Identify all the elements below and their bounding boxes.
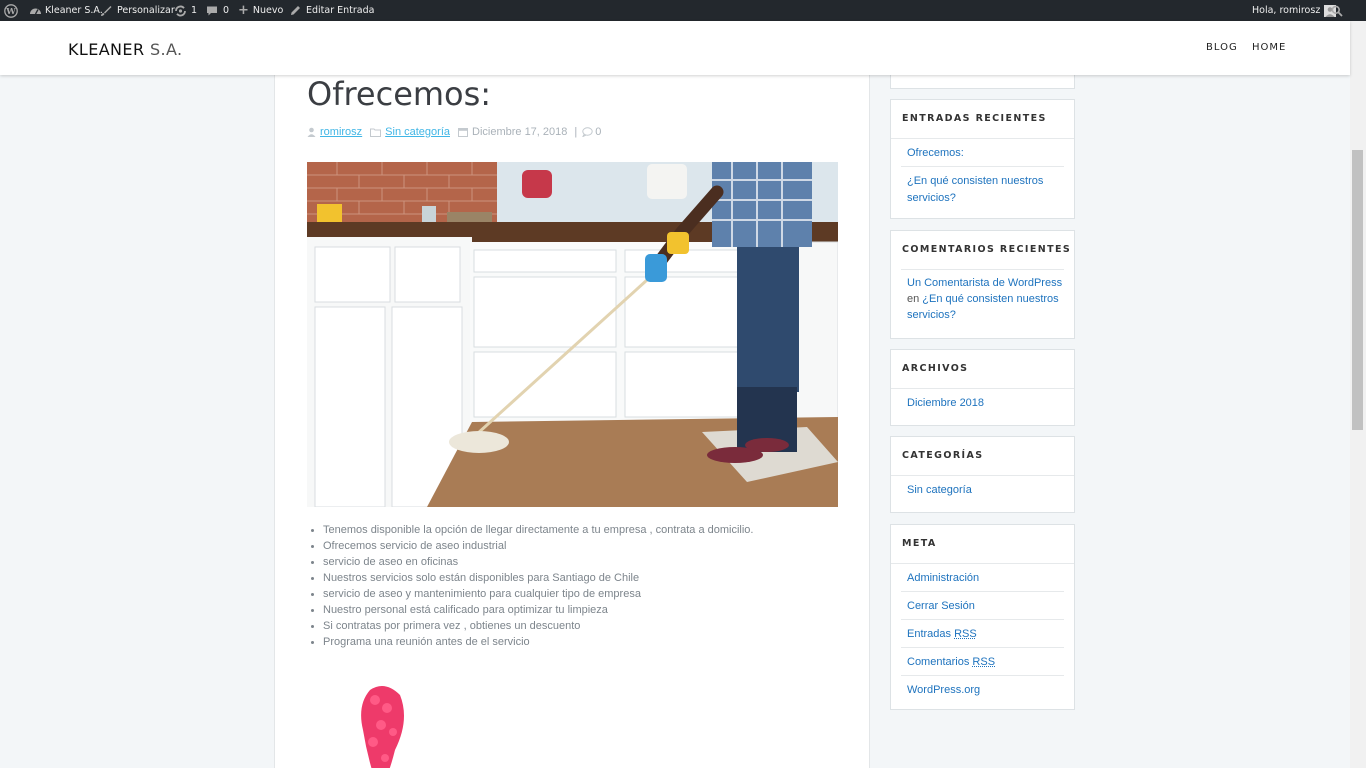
featured-image <box>307 162 838 507</box>
greeting-label: Hola, romirosz <box>1252 5 1321 16</box>
nav-blog-link[interactable]: BLOG <box>1206 42 1238 53</box>
wordpress-logo-icon[interactable]: W <box>4 0 18 21</box>
comment-author-link[interactable]: Un Comentarista de WordPress <box>907 277 1062 289</box>
list-item: Si contratas por primera vez , obtienes … <box>307 618 847 634</box>
site-header: KLEANER S.A. BLOG HOME <box>0 21 1350 75</box>
list-item: Administración <box>901 564 1064 592</box>
list-item: Nuestro personal está calificado para op… <box>307 602 847 618</box>
comment-connector: en <box>907 293 923 305</box>
updates-icon <box>175 5 186 16</box>
category-link[interactable]: Sin categoría <box>907 484 972 496</box>
list-item: Comentarios RSS <box>901 648 1064 676</box>
scrollbar-thumb[interactable] <box>1352 150 1363 430</box>
calendar-icon <box>458 127 468 137</box>
user-icon <box>307 127 316 137</box>
admin-bar: W Kleaner S.A. Personalizar 1 0 + Nuevo … <box>0 0 1366 21</box>
site-title-link[interactable]: KLEANER S.A. <box>68 40 183 59</box>
widget-title: META <box>902 538 937 549</box>
logout-link[interactable]: Cerrar Sesión <box>907 600 975 612</box>
widget-title: ENTRADAS RECIENTES <box>902 113 1047 124</box>
archives-widget: ARCHIVOS Diciembre 2018 <box>890 349 1075 426</box>
edit-label: Editar Entrada <box>306 5 375 16</box>
widget-title: CATEGORÍAS <box>902 450 984 461</box>
rss-abbr: RSS <box>954 628 977 640</box>
list-item: Ofrecemos servicio de aseo industrial <box>307 538 847 554</box>
admin-link[interactable]: Administración <box>907 572 979 584</box>
list-item: Diciembre 2018 <box>901 389 1064 416</box>
site-title-main: KLEANER <box>68 40 145 59</box>
search-icon[interactable] <box>1331 0 1343 21</box>
list-item: servicio de aseo en oficinas <box>307 554 847 570</box>
duster-image <box>315 680 445 768</box>
post-article: Ofrecemos: romirosz Sin categoría Diciem… <box>274 75 870 768</box>
edit-post-link[interactable]: Editar Entrada <box>290 0 374 21</box>
list-item: Nuestros servicios solo están disponible… <box>307 570 847 586</box>
plus-icon: + <box>238 3 249 18</box>
site-title-suffix: S.A. <box>144 40 183 59</box>
archive-link[interactable]: Diciembre 2018 <box>907 397 984 409</box>
site-name-label: Kleaner S.A. <box>45 5 103 16</box>
meta-widget: META Administración Cerrar Sesión Entrad… <box>890 524 1075 710</box>
features-list: Tenemos disponible la opción de llegar d… <box>307 522 847 650</box>
list-item: Cerrar Sesión <box>901 592 1064 620</box>
post-author-link[interactable]: romirosz <box>320 126 362 138</box>
list-item: WordPress.org <box>901 676 1064 703</box>
post-meta: romirosz Sin categoría Diciembre 17, 201… <box>307 126 601 138</box>
recent-post-link[interactable]: Ofrecemos: <box>907 147 964 159</box>
list-item: Programa una reunión antes de el servici… <box>307 634 847 650</box>
new-content-link[interactable]: + Nuevo <box>238 0 283 21</box>
comments-link[interactable]: 0 <box>206 0 229 21</box>
updates-link[interactable]: 1 <box>174 0 197 21</box>
post-date: Diciembre 17, 2018 <box>472 126 568 138</box>
list-item: Tenemos disponible la opción de llegar d… <box>307 522 847 538</box>
list-item: Sin categoría <box>901 476 1064 503</box>
recent-post-link[interactable]: ¿En qué consisten nuestros servicios? <box>907 175 1043 204</box>
svg-text:W: W <box>5 7 16 17</box>
comment-bubble-icon <box>207 6 217 15</box>
list-item: servicio de aseo y mantenimiento para cu… <box>307 586 847 602</box>
entries-rss-prefix: Entradas <box>907 628 955 640</box>
comments-count: 0 <box>223 5 230 16</box>
folder-icon <box>370 128 382 137</box>
recent-posts-widget: ENTRADAS RECIENTES Ofrecemos: ¿En qué co… <box>890 99 1075 219</box>
updates-count: 1 <box>191 5 198 16</box>
comment-entry: Un Comentarista de WordPress en ¿En qué … <box>891 270 1074 323</box>
comments-rss-prefix: Comentarios <box>907 656 973 668</box>
site-name-link[interactable]: Kleaner S.A. <box>29 0 103 21</box>
nav-home-link[interactable]: HOME <box>1252 42 1286 53</box>
wordpress-org-link[interactable]: WordPress.org <box>907 684 980 696</box>
new-label: Nuevo <box>252 5 284 16</box>
list-item: Entradas RSS <box>901 620 1064 648</box>
customize-label: Personalizar <box>117 5 175 16</box>
post-category-link[interactable]: Sin categoría <box>385 126 450 138</box>
meta-separator: | <box>574 126 578 138</box>
entries-rss-link[interactable]: Entradas RSS <box>907 628 977 640</box>
comments-rss-link[interactable]: Comentarios RSS <box>907 656 995 668</box>
widget-title: COMENTARIOS RECIENTES <box>902 244 1072 255</box>
rss-abbr: RSS <box>972 656 996 668</box>
customize-link[interactable]: Personalizar <box>100 0 175 21</box>
brush-icon <box>101 5 112 16</box>
pencil-icon <box>291 6 300 15</box>
list-item: ¿En qué consisten nuestros servicios? <box>901 167 1064 211</box>
comment-post-link[interactable]: ¿En qué consisten nuestros servicios? <box>907 293 1059 321</box>
widget-title: ARCHIVOS <box>902 363 969 374</box>
account-menu[interactable]: Hola, romirosz <box>1252 0 1337 21</box>
comment-count[interactable]: 0 <box>595 126 601 138</box>
comment-icon <box>582 127 593 137</box>
categories-widget: CATEGORÍAS Sin categoría <box>890 436 1075 513</box>
post-title: Ofrecemos: <box>307 75 492 113</box>
recent-comments-widget: COMENTARIOS RECIENTES Un Comentarista de… <box>890 230 1075 339</box>
list-item: Ofrecemos: <box>901 139 1064 167</box>
dashboard-icon <box>30 8 41 15</box>
